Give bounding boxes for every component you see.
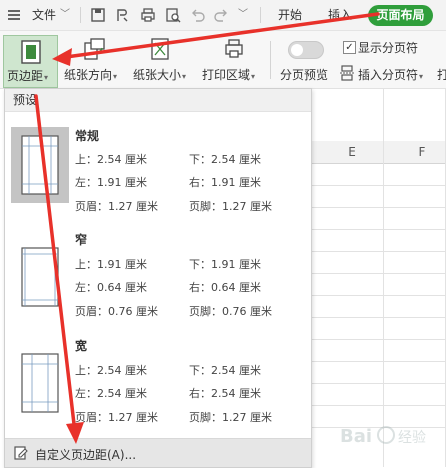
divider [80, 7, 81, 23]
preset-narrow[interactable]: 窄 上：1.91 厘米 下：1.91 厘米 左：0.64 厘米 右：0.64 厘… [5, 227, 311, 333]
chevron-down-icon[interactable]: ﹀ [238, 0, 248, 30]
show-page-break-checkbox[interactable]: ✓ [343, 41, 356, 54]
margin-footer: 页脚：0.76 厘米 [189, 305, 272, 318]
preset-wide-thumbnail [11, 345, 69, 421]
grid-line [310, 185, 446, 186]
custom-margins-button[interactable]: 自定义页边距(A)... [5, 438, 311, 467]
print-area-button[interactable]: 打印区域▾ [199, 31, 263, 87]
preset-narrow-thumbnail [11, 239, 69, 315]
tab-insert[interactable]: 插入 [328, 0, 352, 30]
grid-line [310, 383, 446, 384]
print-area-icon [225, 39, 243, 58]
margin-top: 上：2.54 厘米 [75, 153, 147, 166]
preset-wide[interactable]: 宽 上：2.54 厘米 下：2.54 厘米 左：2.54 厘米 右：2.54 厘… [5, 333, 311, 439]
paper-size-icon [151, 38, 169, 60]
ribbon-toolbar: 页边距▾ 纸张方向▾ 纸张大小▾ 打印区域▾ 分页预览 ✓ 显示分页符 插入分页… [0, 31, 446, 89]
tab-start[interactable]: 开始 [278, 0, 302, 30]
grid-line [310, 295, 446, 296]
print-partial-label[interactable]: 打 [437, 66, 446, 83]
grid-line [383, 89, 384, 467]
grid-line [310, 361, 446, 362]
preset-section-header: 预设 [5, 89, 311, 112]
column-header-f[interactable]: F [394, 141, 446, 163]
orientation-icon [84, 38, 105, 60]
grid-line [310, 339, 446, 340]
margin-bottom: 下：1.91 厘米 [189, 258, 261, 271]
chevron-down-icon: ﹀ [60, 9, 70, 20]
preset-name: 常规 [75, 129, 100, 143]
menu-icon [8, 10, 20, 20]
margin-footer: 页脚：1.27 厘米 [189, 200, 272, 213]
grid-line [310, 229, 446, 230]
preset-name: 宽 [75, 339, 88, 353]
margin-header: 页眉：0.76 厘米 [75, 305, 158, 318]
margins-label: 页边距▾ [7, 69, 49, 83]
redo-icon[interactable] [213, 7, 229, 23]
file-menu[interactable]: 文件 ﹀ [2, 0, 72, 30]
file-menu-label: 文件 [32, 8, 57, 22]
grid-line [310, 251, 446, 252]
preset-normal[interactable]: 常规 上：2.54 厘米 下：2.54 厘米 左：1.91 厘米 右：1.91 … [5, 119, 311, 225]
preset-name: 窄 [75, 233, 88, 247]
margin-top: 上：1.91 厘米 [75, 258, 147, 271]
margin-right: 右：2.54 厘米 [189, 387, 261, 400]
column-header-e[interactable]: E [324, 141, 380, 163]
save-icon[interactable] [90, 7, 106, 23]
svg-text:经验: 经验 [398, 430, 426, 446]
title-bar: 文件 ﹀ ﹀ 开始 插入 页面布局 [0, 0, 446, 31]
divider [260, 7, 261, 23]
margin-top: 上：2.54 厘米 [75, 364, 147, 377]
grid-line [310, 273, 446, 274]
column-header-row: E F [310, 141, 446, 164]
paper-size-button[interactable]: 纸张大小▾ [131, 31, 191, 87]
margin-left: 左：2.54 厘米 [75, 387, 147, 400]
orientation-button[interactable]: 纸张方向▾ [62, 31, 124, 87]
page-margins-icon [21, 247, 59, 307]
grid-line [310, 207, 446, 208]
divider [270, 41, 271, 79]
margin-bottom: 下：2.54 厘米 [189, 364, 261, 377]
undo-icon[interactable] [190, 7, 206, 23]
margin-footer: 页脚：1.27 厘米 [189, 411, 272, 424]
margins-button[interactable]: 页边距▾ [3, 35, 58, 88]
margin-header: 页眉：1.27 厘米 [75, 200, 158, 213]
orientation-label: 纸张方向▾ [64, 68, 118, 82]
margins-icon [21, 40, 41, 64]
margin-header: 页眉：1.27 厘米 [75, 411, 158, 424]
margin-left: 左：1.91 厘米 [75, 176, 147, 189]
page-margins-icon [21, 135, 59, 195]
preset-normal-thumbnail [11, 127, 69, 203]
custom-margins-icon [14, 446, 28, 460]
grid-line [310, 317, 446, 318]
insert-page-break-icon [340, 65, 354, 81]
page-break-preview-toggle[interactable] [288, 41, 324, 59]
page-margins-icon [21, 353, 59, 413]
margin-bottom: 下：2.54 厘米 [189, 153, 261, 166]
print-preview-icon[interactable] [165, 7, 181, 23]
margin-left: 左：0.64 厘米 [75, 281, 147, 294]
spreadsheet-area: E F [310, 89, 446, 467]
margins-dropdown: 预设 常规 上：2.54 厘米 下：2.54 厘米 左：1.91 厘米 右：1.… [4, 88, 312, 468]
print-icon[interactable] [140, 7, 156, 23]
margin-right: 右：0.64 厘米 [189, 281, 261, 294]
show-page-break-label: 显示分页符 [358, 41, 419, 55]
watermark-logo: Bai 经验 [340, 426, 426, 447]
page-break-preview-label: 分页预览 [280, 68, 329, 82]
grid-line [310, 405, 446, 406]
output-pdf-icon[interactable] [115, 7, 131, 23]
margin-right: 右：1.91 厘米 [189, 176, 261, 189]
insert-page-break-button[interactable]: 插入分页符▾ [358, 66, 423, 83]
custom-margins-label: 自定义页边距(A)... [35, 448, 137, 462]
preset-section-title: 预设 [13, 93, 38, 107]
tab-page-layout[interactable]: 页面布局 [368, 5, 433, 26]
print-area-label: 打印区域▾ [202, 68, 256, 82]
paper-size-label: 纸张大小▾ [133, 68, 187, 82]
svg-text:Bai: Bai [340, 426, 372, 447]
